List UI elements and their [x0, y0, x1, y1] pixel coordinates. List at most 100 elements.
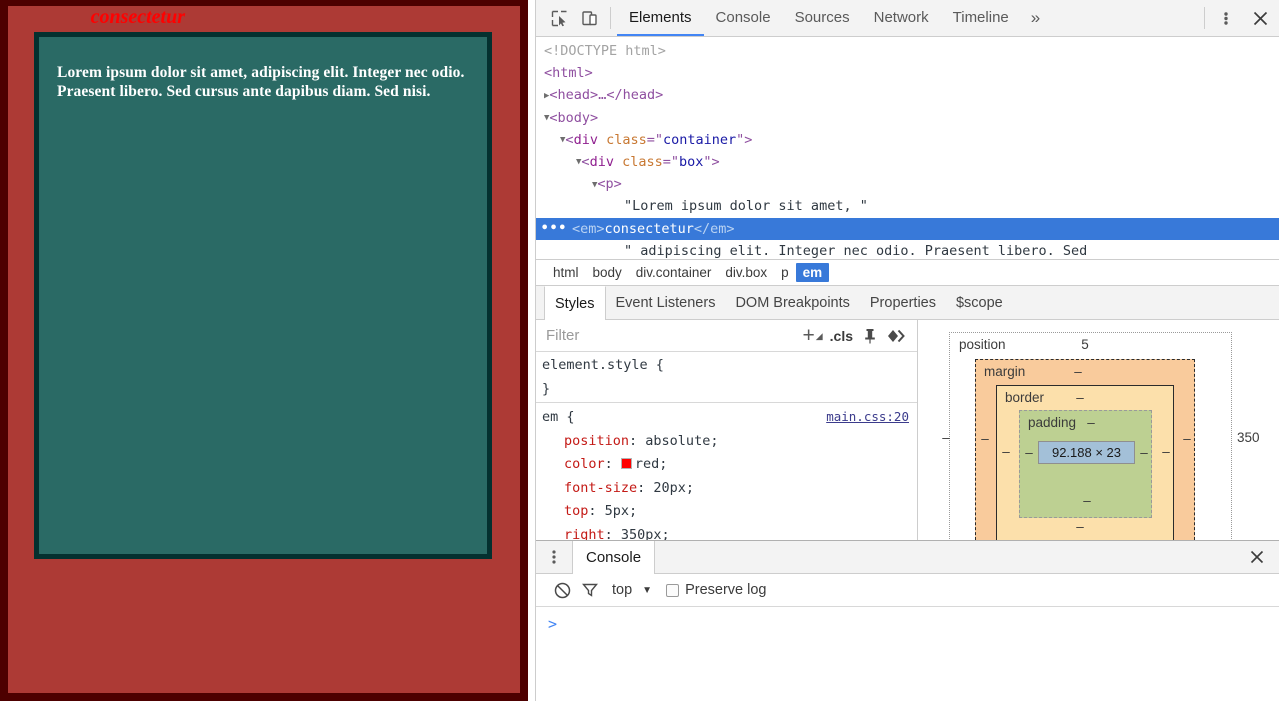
rule-selector[interactable]: element.style {	[542, 354, 664, 378]
css-rules-list[interactable]: element.style { } em { main.css:20 posit…	[536, 352, 917, 540]
drawer-spacer	[655, 541, 1235, 573]
property-value[interactable]: absolute;	[645, 433, 718, 449]
breadcrumb-item-body[interactable]: body	[586, 263, 629, 282]
rule-element-style[interactable]: element.style { }	[536, 354, 917, 401]
box-model-border-left[interactable]: –	[999, 444, 1013, 459]
css-declaration-right[interactable]: right: 350px;	[542, 524, 909, 541]
drawer-more-options-icon[interactable]	[536, 541, 572, 573]
more-options-icon[interactable]	[1211, 0, 1241, 36]
clear-console-icon[interactable]	[548, 582, 576, 599]
rule-source-link[interactable]: main.css:20	[826, 405, 909, 429]
dom-line-p[interactable]: ▼<p>	[536, 173, 1279, 195]
close-icon[interactable]	[1241, 0, 1279, 36]
console-output-area[interactable]: >	[536, 607, 1279, 701]
filter-input[interactable]	[544, 326, 797, 345]
more-tabs-chevron-icon[interactable]: »	[1021, 0, 1050, 36]
box-model-content-size[interactable]: 92.188 × 23	[1038, 441, 1135, 464]
tab-styles[interactable]: Styles	[544, 286, 606, 320]
property-value[interactable]: 5px;	[605, 503, 638, 519]
box-model-margin-label: margin	[984, 364, 1026, 379]
page-container-div: consectetur Lorem ipsum dolor sit amet, …	[0, 0, 528, 701]
breadcrumb-item-em[interactable]: em	[795, 263, 830, 282]
drawer-tab-console[interactable]: Console	[572, 541, 656, 574]
box-attr-value: box	[679, 153, 704, 170]
tab-network[interactable]: Network	[862, 0, 941, 36]
breadcrumb-item-div-container[interactable]: div.container	[629, 263, 719, 282]
cls-toggle-button[interactable]: .cls	[830, 328, 853, 344]
property-value[interactable]: red;	[635, 456, 668, 472]
box-model-margin-left[interactable]: –	[978, 431, 992, 446]
filter-icon[interactable]	[576, 582, 604, 598]
breadcrumb-item-div-box[interactable]: div.box	[718, 263, 774, 282]
dom-line-text-after[interactable]: " adipiscing elit. Integer nec odio. Pra…	[536, 240, 1279, 259]
preserve-log-toggle[interactable]: Preserve log	[666, 582, 766, 598]
toolbar-divider	[610, 7, 611, 29]
property-name[interactable]: position	[564, 433, 629, 449]
dom-line-doctype[interactable]: <!DOCTYPE html>	[536, 40, 1279, 62]
dom-line-text-before[interactable]: "Lorem ipsum dolor sit amet, "	[536, 195, 1279, 217]
property-name[interactable]: right	[564, 527, 605, 541]
dom-line-head[interactable]: ▶<head>…</head>	[536, 84, 1279, 106]
box-model-padding-bottom[interactable]: –	[1078, 493, 1096, 508]
rule-selector[interactable]: em {	[542, 406, 575, 430]
dom-line-html[interactable]: <html>	[536, 62, 1279, 84]
breadcrumb: html body div.container div.box p em	[536, 259, 1279, 286]
box-model-margin-layer[interactable]: margin – – – border – – – – padding – – …	[975, 359, 1195, 540]
box-model-position-layer[interactable]: position 5 – 350 margin – – – border – –…	[942, 332, 1260, 540]
box-model-margin-top[interactable]: –	[1066, 364, 1090, 379]
box-model-position-right[interactable]: 350	[1237, 430, 1277, 445]
pin-icon[interactable]	[863, 328, 877, 344]
tab-scope[interactable]: $scope	[946, 286, 1013, 319]
box-model-padding-layer[interactable]: padding – – – – 92.188 × 23	[1019, 410, 1152, 518]
box-model-position-left[interactable]: –	[936, 430, 956, 445]
device-toolbar-icon[interactable]	[574, 0, 604, 36]
property-name[interactable]: color	[564, 456, 605, 472]
execution-context-select[interactable]: top ▼	[612, 582, 652, 598]
chevron-down-icon[interactable]: ▼	[642, 585, 652, 596]
rule-em[interactable]: em { main.css:20 position: absolute; col…	[536, 405, 917, 540]
box-model-padding-label: padding	[1028, 415, 1077, 430]
css-declaration-font-size[interactable]: font-size: 20px;	[542, 477, 909, 501]
container-tag-name: div	[573, 131, 598, 148]
box-model-padding-left[interactable]: –	[1022, 445, 1036, 460]
tab-console[interactable]: Console	[704, 0, 783, 36]
box-model-position-top[interactable]: 5	[1070, 337, 1100, 352]
tab-sources[interactable]: Sources	[783, 0, 862, 36]
box-model-padding-right[interactable]: –	[1137, 445, 1151, 460]
css-declaration-position[interactable]: position: absolute;	[542, 430, 909, 454]
box-model-border-right[interactable]: –	[1159, 444, 1173, 459]
dom-line-em-selected[interactable]: ••• <em>consectetur</em>	[536, 217, 1279, 240]
box-model-padding-top[interactable]: –	[1082, 415, 1100, 430]
box-tag-name: div	[589, 153, 614, 170]
tab-properties[interactable]: Properties	[860, 286, 946, 319]
plus-new-style-rule-icon[interactable]: + ◢	[802, 325, 822, 346]
tab-timeline[interactable]: Timeline	[941, 0, 1021, 36]
breadcrumb-item-html[interactable]: html	[546, 263, 586, 282]
property-value[interactable]: 20px;	[653, 480, 694, 496]
box-model-border-top[interactable]: –	[1069, 390, 1091, 405]
tab-event-listeners[interactable]: Event Listeners	[606, 286, 726, 319]
color-swatch-icon[interactable]	[620, 458, 632, 469]
property-name[interactable]: top	[564, 503, 588, 519]
dom-line-div-container[interactable]: ▼<div class="container">	[536, 129, 1279, 151]
dom-line-div-box[interactable]: ▼<div class="box">	[536, 151, 1279, 173]
inspect-element-icon[interactable]	[544, 0, 574, 36]
breadcrumb-item-p[interactable]: p	[774, 263, 796, 282]
tab-elements[interactable]: Elements	[617, 0, 704, 36]
preserve-log-checkbox[interactable]	[666, 583, 680, 597]
property-name[interactable]: font-size	[564, 480, 637, 496]
container-attr-name: class	[606, 131, 647, 148]
toggle-element-state-icon[interactable]	[887, 329, 907, 343]
box-model-border-layer[interactable]: border – – – – padding – – – – 92.188 × …	[996, 385, 1174, 540]
drawer-close-icon[interactable]	[1235, 541, 1279, 573]
dom-tree[interactable]: <!DOCTYPE html> <html> ▶<head>…</head> ▼…	[536, 37, 1279, 259]
console-prompt-caret[interactable]: >	[548, 615, 557, 633]
box-model-diagram[interactable]: position 5 – 350 margin – – – border – –…	[942, 332, 1260, 540]
css-declaration-color[interactable]: color: red;	[542, 453, 909, 477]
dom-line-body[interactable]: ▼<body>	[536, 107, 1279, 129]
css-declaration-top[interactable]: top: 5px;	[542, 500, 909, 524]
tab-dom-breakpoints[interactable]: DOM Breakpoints	[725, 286, 859, 319]
box-model-margin-right[interactable]: –	[1180, 431, 1194, 446]
property-value[interactable]: 350px;	[621, 527, 670, 541]
box-model-border-bottom[interactable]: –	[1069, 519, 1091, 534]
